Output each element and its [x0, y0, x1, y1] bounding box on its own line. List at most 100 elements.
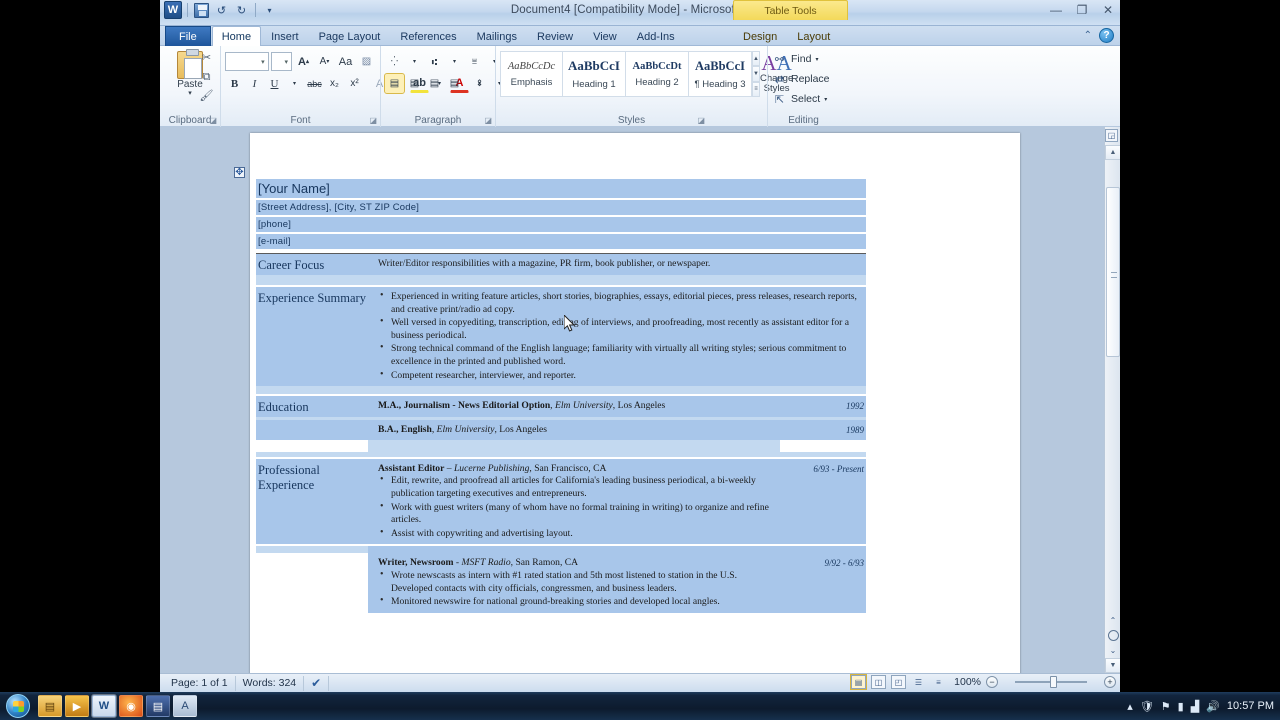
- education-date-1[interactable]: 1992: [780, 400, 864, 413]
- document-canvas[interactable]: ✥ [Your Name] [Street Address], [City, S…: [160, 127, 1120, 673]
- signal-icon[interactable]: ▟: [1191, 700, 1199, 713]
- bold-icon[interactable]: B: [225, 74, 244, 93]
- career-focus-text[interactable]: Writer/Editor responsibilities with a ma…: [378, 258, 710, 269]
- minimize-button[interactable]: —: [1048, 3, 1064, 17]
- list-item[interactable]: Competent researcher, interviewer, and r…: [378, 369, 864, 383]
- table-row[interactable]: Professional Experience Assistant Editor…: [256, 458, 866, 545]
- style-heading-1[interactable]: AaBbCcI Heading 1: [563, 51, 626, 97]
- job-company-2[interactable]: MSFT Radio: [462, 557, 511, 568]
- close-button[interactable]: ✕: [1100, 3, 1116, 17]
- list-item[interactable]: Experienced in writing feature articles,…: [378, 290, 864, 316]
- zoom-level-label[interactable]: 100%: [951, 676, 981, 688]
- table-row[interactable]: [Your Name]: [256, 179, 866, 198]
- view-full-screen-reading-icon[interactable]: ◫: [871, 675, 886, 689]
- tab-home[interactable]: Home: [211, 26, 262, 46]
- subscript-icon[interactable]: x₂: [325, 74, 344, 93]
- find-button[interactable]: ⚯ Find ▾: [772, 49, 835, 69]
- align-left-icon[interactable]: ▤: [384, 73, 405, 94]
- paragraph-dialog-launcher-icon[interactable]: ◪: [484, 116, 492, 125]
- section-heading-career-focus[interactable]: Career Focus: [256, 254, 368, 275]
- school-1[interactable]: Elm University: [555, 400, 613, 411]
- list-item[interactable]: Strong technical command of the English …: [378, 342, 864, 368]
- grow-font-icon[interactable]: A ▴: [294, 52, 313, 71]
- font-dialog-launcher-icon[interactable]: ◪: [369, 116, 377, 125]
- location-2[interactable]: Los Angeles: [499, 424, 547, 435]
- replace-button[interactable]: ⇄ Replace: [772, 69, 835, 89]
- taskbar-media-player-icon[interactable]: ▶: [65, 695, 89, 717]
- next-page-icon[interactable]: ⌄: [1105, 643, 1120, 658]
- scrollbar-bottom-controls[interactable]: ⌃ ⌄ ▼: [1105, 613, 1120, 673]
- taskbar-application-light-icon[interactable]: A: [173, 695, 197, 717]
- tab-insert[interactable]: Insert: [261, 26, 309, 46]
- tab-view[interactable]: View: [583, 26, 627, 46]
- school-2[interactable]: Elm University: [437, 424, 495, 435]
- job-title-1[interactable]: Assistant Editor: [378, 463, 444, 474]
- taskbar-application-blue-icon[interactable]: ▤: [146, 695, 170, 717]
- select-button[interactable]: ⇱ Select ▾: [772, 89, 835, 109]
- align-center-icon[interactable]: ▤: [405, 74, 424, 93]
- resume-name[interactable]: [Your Name]: [256, 179, 866, 198]
- zoom-slider[interactable]: [1003, 675, 1099, 689]
- clear-formatting-icon[interactable]: ▨: [357, 52, 376, 71]
- help-icon[interactable]: ?: [1099, 28, 1114, 43]
- view-outline-icon[interactable]: ☰: [911, 675, 926, 689]
- table-row[interactable]: Education M.A., Journalism - News Editor…: [256, 396, 866, 418]
- chevron-down-icon[interactable]: ▾: [284, 58, 288, 66]
- multilevel-list-icon[interactable]: ⩸: [465, 52, 484, 71]
- table-row[interactable]: [e-mail]: [256, 234, 866, 249]
- table-row[interactable]: B.A., English, Elm University, Los Angel…: [256, 420, 866, 440]
- resume-email[interactable]: [e-mail]: [256, 234, 866, 249]
- taskbar-firefox-icon[interactable]: ◉: [119, 695, 143, 717]
- job-bullets-1[interactable]: Edit, rewrite, and proofread all article…: [378, 474, 776, 540]
- tab-page-layout[interactable]: Page Layout: [309, 26, 391, 46]
- find-caret-icon[interactable]: ▾: [815, 56, 818, 63]
- bullets-caret-icon[interactable]: ▾: [405, 52, 424, 71]
- tab-mailings[interactable]: Mailings: [467, 26, 527, 46]
- taskbar-clock[interactable]: 10:57 PM: [1227, 700, 1274, 712]
- list-item[interactable]: Monitored newswire for national ground-b…: [378, 595, 776, 609]
- page-indicator[interactable]: Page: 1 of 1: [164, 675, 236, 691]
- battery-icon[interactable]: ▮: [1178, 700, 1184, 713]
- experience-summary-label[interactable]: Experience Summary: [258, 291, 366, 305]
- numbering-caret-icon[interactable]: ▾: [445, 52, 464, 71]
- job-date-2[interactable]: 9/92 - 6/93: [780, 557, 865, 570]
- superscript-icon[interactable]: x²: [345, 74, 364, 93]
- styles-gallery-scroll[interactable]: ▲ ▼ ≡: [752, 51, 760, 97]
- strikethrough-icon[interactable]: abc: [305, 74, 324, 93]
- scroll-down-button[interactable]: ▼: [1105, 658, 1120, 673]
- font-name-input[interactable]: ▾: [225, 52, 269, 71]
- underline-caret-icon[interactable]: ▾: [285, 74, 304, 93]
- professional-experience-label[interactable]: Professional Experience: [258, 463, 320, 492]
- change-case-icon[interactable]: Aa: [336, 52, 355, 71]
- job-location-2[interactable]: San Ramon, CA: [515, 557, 578, 568]
- taskbar-microsoft-word-icon[interactable]: W: [91, 694, 117, 718]
- styles-dialog-launcher-icon[interactable]: ◪: [697, 116, 705, 125]
- zoom-in-button[interactable]: +: [1104, 676, 1116, 688]
- cut-icon[interactable]: ✂: [198, 50, 215, 66]
- start-button[interactable]: [6, 694, 30, 718]
- tab-table-design[interactable]: Design: [733, 26, 787, 46]
- styles-gallery[interactable]: AaBbCcDc Emphasis AaBbCcI Heading 1 AaBb…: [500, 51, 752, 97]
- education-date-2[interactable]: 1989: [780, 424, 864, 437]
- format-painter-icon[interactable]: 🖌: [198, 88, 215, 104]
- minimize-ribbon-icon[interactable]: ⌃: [1084, 30, 1092, 41]
- proofing-status-icon[interactable]: ✔: [304, 675, 330, 691]
- zoom-slider-handle[interactable]: [1050, 676, 1057, 688]
- location-1[interactable]: Los Angeles: [618, 400, 666, 411]
- list-item[interactable]: Wrote newscasts as intern with #1 rated …: [378, 569, 776, 595]
- styles-scroll-down-icon[interactable]: ▼: [752, 66, 760, 82]
- table-row[interactable]: [Street Address], [City, ST ZIP Code]: [256, 200, 866, 215]
- resume-table[interactable]: [Your Name] [Street Address], [City, ST …: [256, 179, 866, 613]
- align-right-icon[interactable]: ▤: [425, 74, 444, 93]
- job-title-2[interactable]: Writer, Newsroom: [378, 557, 454, 568]
- job-location-1[interactable]: San Francisco, CA: [534, 463, 606, 474]
- degree-1[interactable]: M.A., Journalism - News Editorial Option: [378, 400, 550, 411]
- line-spacing-icon[interactable]: ⇕: [470, 74, 489, 93]
- styles-scroll-up-icon[interactable]: ▲: [752, 51, 760, 67]
- resume-phone[interactable]: [phone]: [256, 217, 866, 232]
- volume-icon[interactable]: 🔊: [1206, 700, 1220, 713]
- restore-button[interactable]: ❐: [1074, 3, 1090, 17]
- list-item[interactable]: Edit, rewrite, and proofread all article…: [378, 474, 776, 500]
- clipboard-dialog-launcher-icon[interactable]: ◪: [209, 116, 217, 125]
- experience-summary-bullets[interactable]: Experienced in writing feature articles,…: [378, 290, 864, 383]
